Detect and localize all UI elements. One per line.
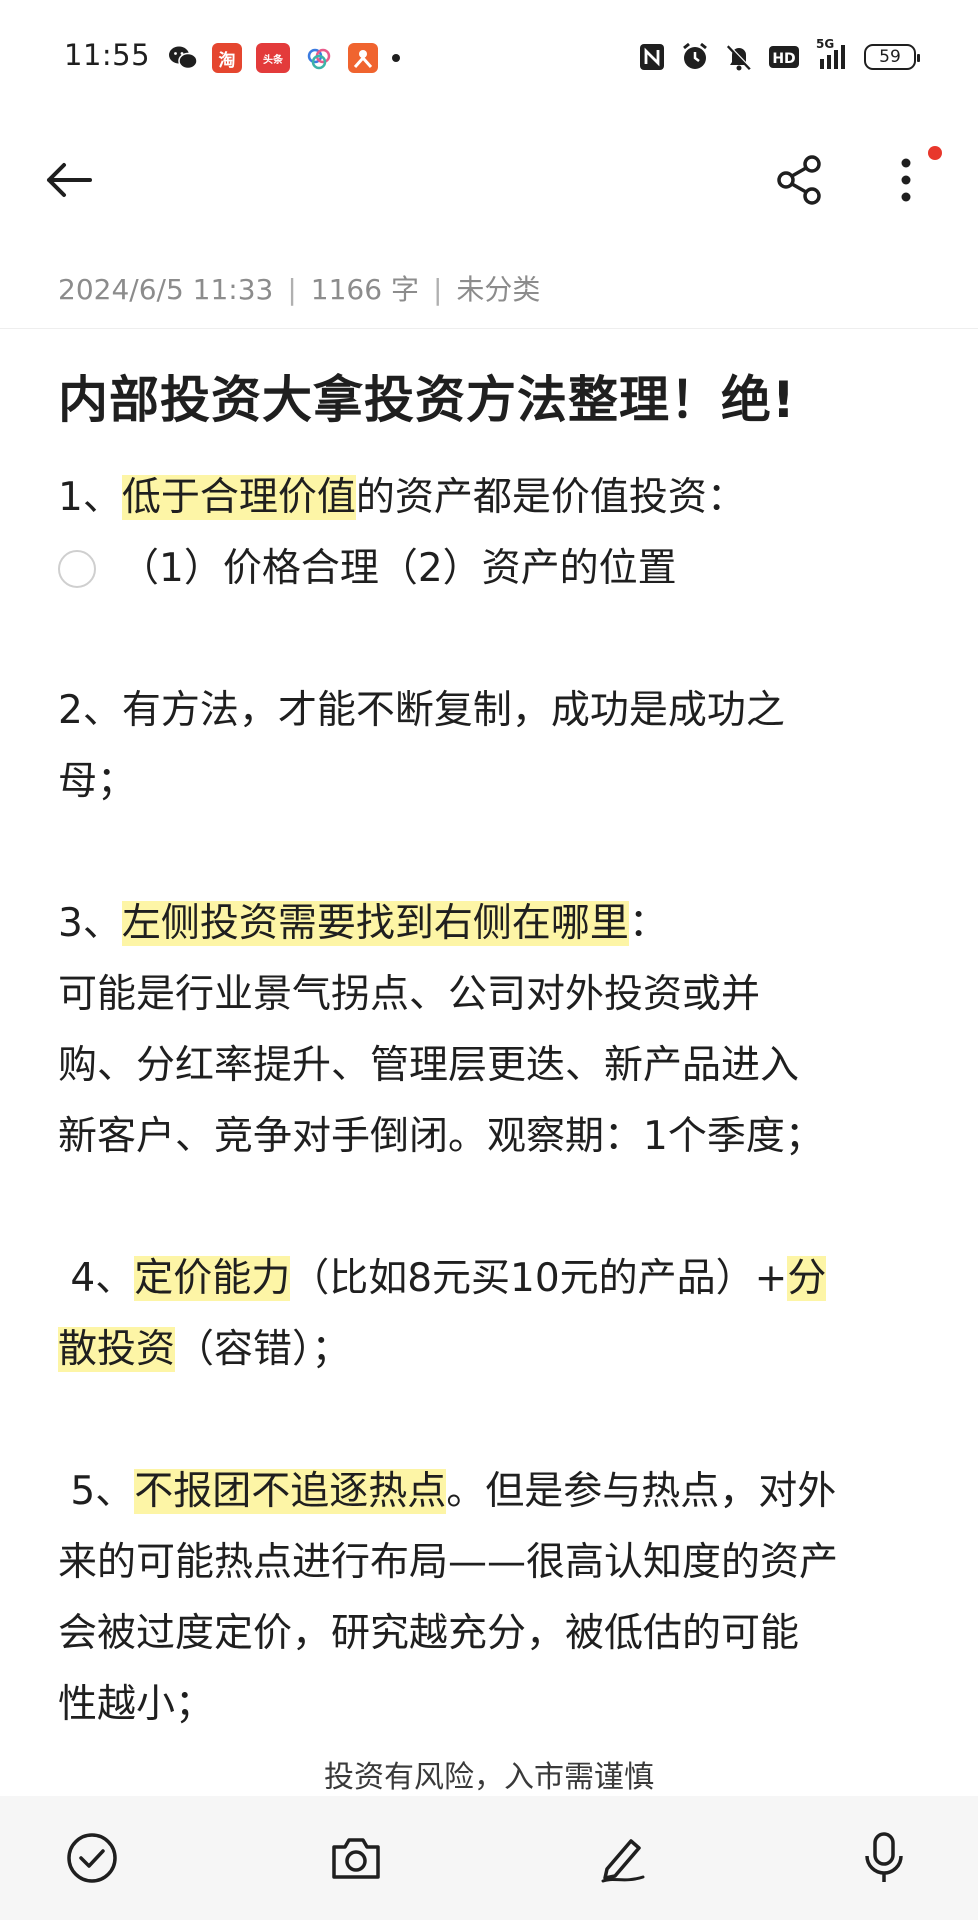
meta-separator: | <box>432 273 443 306</box>
toutiao-icon: 头条 <box>256 43 290 73</box>
alarm-icon <box>683 42 707 69</box>
todo-text: （1）价格合理（2）资产的位置 <box>120 546 677 591</box>
more-options-button[interactable] <box>884 152 930 208</box>
battery-level: 59 <box>879 47 901 67</box>
status-bar: 11:55 淘 头条 HD 5G 59 <box>0 0 978 118</box>
text-span: 4、 <box>58 1256 135 1301</box>
back-button[interactable] <box>40 152 96 208</box>
disclaimer-text: 投资有风险，入市需谨慎 <box>324 1760 654 1795</box>
note-date: 2024/6/5 11:33 <box>58 273 274 306</box>
paragraph-line: 5、不报团不追逐热点。但是参与热点，对外 <box>58 1456 938 1527</box>
text-span: （比如8元买10元的产品）+ <box>290 1256 788 1301</box>
hd-icon: HD <box>769 46 799 68</box>
paragraph-line: 散投资（容错）； <box>58 1314 938 1385</box>
orange-app-icon <box>348 43 378 73</box>
handwriting-button[interactable] <box>590 1826 654 1890</box>
share-button[interactable] <box>774 152 826 208</box>
battery-icon: 59 <box>864 44 920 70</box>
share-icon <box>777 155 821 205</box>
todo-item: （1）价格合理（2）资产的位置 <box>58 533 938 604</box>
text-span: 5、 <box>58 1469 135 1514</box>
paragraph-line: 4、定价能力（比如8元买10元的产品）+分 <box>58 1243 938 1314</box>
nfc-icon <box>640 44 664 70</box>
bottom-toolbar <box>0 1796 978 1920</box>
paragraph-line: 性越小； <box>58 1682 215 1727</box>
check-circle-icon <box>67 1833 117 1883</box>
more-vertical-icon <box>901 158 911 202</box>
note-category[interactable]: 未分类 <box>456 273 540 306</box>
paragraph-line: 母； <box>58 759 137 804</box>
text-span: （容错）； <box>175 1327 351 1372</box>
pen-icon <box>601 1839 645 1883</box>
paragraph-line: 会被过度定价，研究越充分，被低估的可能 <box>58 1611 800 1656</box>
paragraph-line: 来的可能热点进行布局——很高认知度的资产 <box>58 1540 839 1585</box>
paragraph-line: 可能是行业景气拐点、公司对外投资或并 <box>58 972 761 1017</box>
text-span: 的资产都是价值投资： <box>355 475 746 520</box>
mute-icon <box>726 44 752 71</box>
paragraph-line: 购、分红率提升、管理层更迭、新产品进入 <box>58 1043 800 1088</box>
signal-icon: 5G <box>814 37 850 73</box>
highlighted-text: 不报团不追逐热点 <box>134 1469 447 1514</box>
word-count: 1166 字 <box>310 273 419 306</box>
arrow-left-icon <box>47 163 92 197</box>
text-span: 。但是参与热点，对外 <box>446 1469 837 1514</box>
notification-dot <box>928 146 942 160</box>
more-notifications-icon <box>392 54 400 62</box>
system-icons: HD 5G 59 <box>638 37 920 74</box>
text-span: ： <box>628 901 668 946</box>
taobao-icon: 淘 <box>212 43 242 73</box>
paragraph-line: 3、左侧投资需要找到右侧在哪里： <box>58 888 938 959</box>
highlighted-text: 低于合理价值 <box>121 475 356 520</box>
note-body[interactable]: 1、低于合理价值的资产都是价值投资： （1）价格合理（2）资产的位置 2、有方法… <box>58 462 938 1740</box>
highlighted-text: 定价能力 <box>134 1256 291 1301</box>
paragraph-line: 2、有方法，才能不断复制，成功是成功之 <box>58 688 785 733</box>
voice-input-button[interactable] <box>852 1826 916 1890</box>
meta-separator: | <box>287 273 297 306</box>
text-span: 1、 <box>58 475 122 520</box>
notification-icons: 淘 头条 <box>168 42 400 74</box>
camera-icon <box>332 1838 380 1879</box>
highlighted-text: 散投资 <box>58 1327 176 1372</box>
camera-button[interactable] <box>324 1826 388 1890</box>
note-title[interactable]: 内部投资大拿投资方法整理！绝! <box>58 360 796 432</box>
divider <box>0 328 978 329</box>
paragraph-line: 1、低于合理价值的资产都是价值投资： <box>58 462 938 533</box>
todo-checkbox[interactable] <box>58 549 96 588</box>
svg-text:HD: HD <box>772 51 795 67</box>
highlighted-text: 左侧投资需要找到右侧在哪里 <box>121 901 629 946</box>
status-time: 11:55 <box>64 38 151 72</box>
app-store-icon <box>304 43 334 73</box>
paragraph-line: 新客户、竞争对手倒闭。观察期：1个季度； <box>58 1114 824 1159</box>
highlighted-text: 分 <box>787 1256 827 1301</box>
note-meta: 2024/6/5 11:33 | 1166 字 | 未分类 <box>58 268 540 308</box>
wechat-icon <box>168 43 198 73</box>
checklist-button[interactable] <box>60 1826 124 1890</box>
microphone-icon <box>865 1832 903 1882</box>
text-span: 3、 <box>58 901 122 946</box>
